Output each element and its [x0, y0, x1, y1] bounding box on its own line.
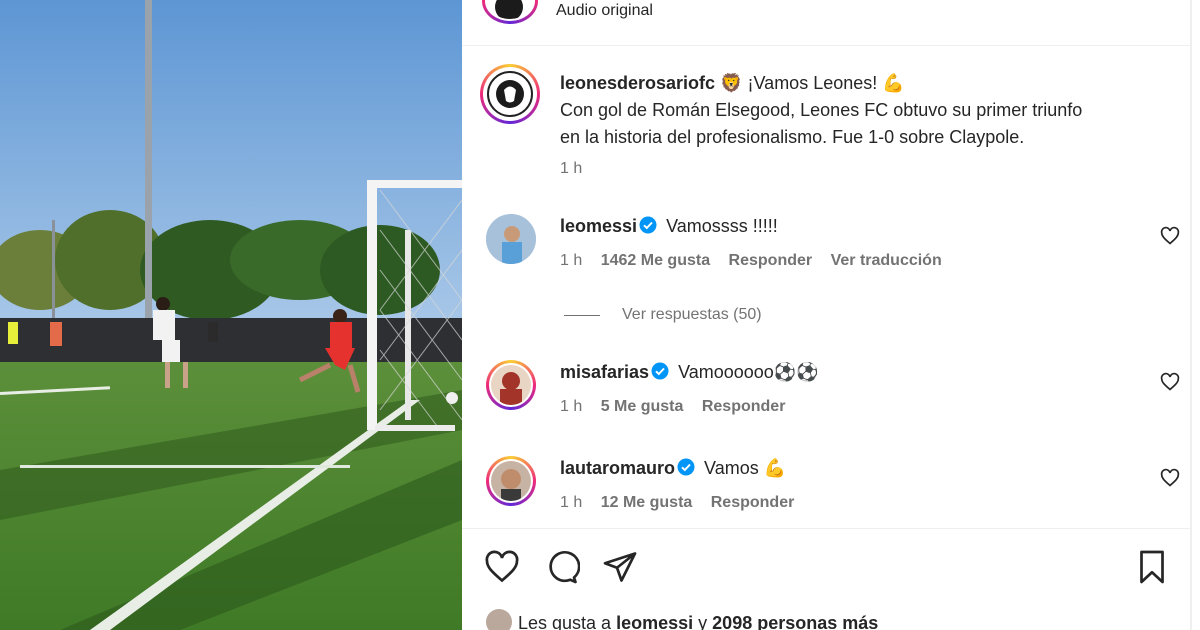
- heart-icon[interactable]: [1160, 226, 1180, 246]
- avatar[interactable]: [486, 214, 536, 264]
- post-header: Audio original: [462, 0, 1192, 46]
- like-heart-icon[interactable]: [484, 549, 520, 585]
- caption-line3: en la historia del profesionalismo. Fue …: [560, 127, 1025, 147]
- caption-line2: Con gol de Román Elsegood, Leones FC obt…: [560, 100, 1083, 120]
- avatar[interactable]: [486, 360, 536, 410]
- view-replies-label: Ver respuestas (50): [622, 306, 762, 323]
- bookmark-icon[interactable]: [1134, 549, 1170, 585]
- match-photo: [0, 0, 462, 630]
- caption-username[interactable]: leonesderosariofc: [560, 73, 715, 93]
- action-bar: Les gusta a leomessi y 2098 personas más: [462, 528, 1192, 630]
- lion-emoji: 🦁: [720, 73, 743, 93]
- comment-username[interactable]: lautaromauro: [560, 458, 675, 478]
- heart-icon[interactable]: [1160, 372, 1180, 392]
- caption-text: leonesderosariofc 🦁 ¡Vamos Leones! 💪 Con…: [560, 70, 1160, 151]
- comment-likes[interactable]: 12 Me gusta: [601, 494, 693, 511]
- liker-avatar: [486, 609, 512, 630]
- caption-time: 1 h: [560, 160, 583, 177]
- comment-text: Vamoooooo⚽⚽: [678, 362, 819, 382]
- translate-button[interactable]: Ver traducción: [831, 252, 942, 269]
- caption-line1: ¡Vamos Leones!: [747, 73, 878, 93]
- likes-user[interactable]: leomessi: [616, 613, 693, 630]
- likes-others[interactable]: 2098 personas más: [712, 613, 878, 630]
- comment-likes[interactable]: 5 Me gusta: [601, 398, 684, 415]
- reply-button[interactable]: Responder: [729, 252, 813, 269]
- verified-icon: [639, 216, 657, 234]
- comment-username[interactable]: misafarias: [560, 362, 649, 382]
- comments-panel: Audio original leonesderosariofc 🦁 ¡Vamo…: [462, 0, 1200, 630]
- audio-label[interactable]: Audio original: [556, 2, 653, 20]
- verified-icon: [677, 458, 695, 476]
- replies-divider: [564, 314, 600, 316]
- comment-icon[interactable]: [544, 549, 580, 585]
- comment-time: 1 h: [560, 398, 583, 415]
- likes-prefix: Les gusta a: [518, 613, 612, 630]
- avatar[interactable]: [480, 64, 540, 124]
- muscle-emoji: 💪: [882, 73, 905, 93]
- comment-item: leomessi Vamossss !!!!! 1 h 1462 Me gust…: [486, 214, 1186, 284]
- likes-middle: y: [698, 613, 708, 630]
- view-replies[interactable]: Ver respuestas (50): [564, 306, 762, 324]
- likes-summary[interactable]: Les gusta a leomessi y 2098 personas más: [486, 609, 878, 630]
- reply-button[interactable]: Responder: [711, 494, 795, 511]
- heart-icon[interactable]: [1160, 468, 1180, 488]
- share-icon[interactable]: [602, 549, 638, 585]
- comment-item: lautaromauro Vamos 💪 1 h 12 Me gusta Res…: [486, 456, 1186, 526]
- verified-icon: [651, 362, 669, 380]
- reply-button[interactable]: Responder: [702, 398, 786, 415]
- comment-likes[interactable]: 1462 Me gusta: [601, 252, 710, 269]
- comment-item: misafarias Vamoooooo⚽⚽ 1 h 5 Me gusta Re…: [486, 360, 1186, 430]
- comment-text: Vamos 💪: [704, 458, 787, 478]
- comment-username[interactable]: leomessi: [560, 216, 637, 236]
- post-media[interactable]: [0, 0, 462, 630]
- comment-text: Vamossss !!!!!: [666, 216, 778, 236]
- comment-time: 1 h: [560, 252, 583, 269]
- comment-time: 1 h: [560, 494, 583, 511]
- avatar[interactable]: [486, 456, 536, 506]
- avatar[interactable]: [482, 0, 538, 24]
- lion-logo-icon: [487, 71, 533, 117]
